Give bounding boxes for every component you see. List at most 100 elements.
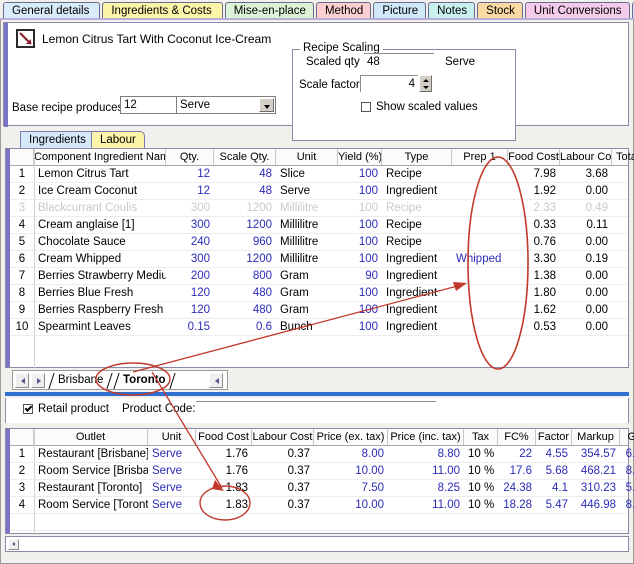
show-scaled-values-checkbox[interactable] bbox=[361, 102, 371, 112]
cell-name[interactable]: Blackcurrant Coulis bbox=[34, 200, 166, 216]
cell-food[interactable]: 2.33 bbox=[508, 200, 560, 216]
scale-factor-stepper[interactable] bbox=[419, 75, 432, 92]
stepper-up-icon[interactable] bbox=[423, 79, 429, 82]
cell-type[interactable]: Recipe bbox=[382, 200, 452, 216]
cell-tax[interactable]: 10 % bbox=[464, 497, 498, 513]
cell-unit[interactable]: Serve bbox=[148, 446, 196, 462]
col-header-unit[interactable]: Unit bbox=[148, 429, 196, 445]
cell-outlet[interactable]: Restaurant [Toronto] bbox=[34, 480, 148, 496]
cell-qty[interactable]: 0.15 bbox=[166, 319, 214, 335]
cell-yield[interactable]: 100 bbox=[338, 217, 382, 233]
cell-prep[interactable] bbox=[452, 319, 508, 335]
cell-yield[interactable]: 100 bbox=[338, 166, 382, 182]
cell-n[interactable]: 9 bbox=[10, 302, 34, 318]
cell-yield[interactable]: 90 bbox=[338, 268, 382, 284]
outlet-grid[interactable]: Outlet Unit Food Cost Labour Cost Price (ex.… bbox=[5, 428, 634, 535]
cell-n[interactable]: 3 bbox=[10, 480, 34, 496]
tab-labour[interactable]: Labour bbox=[91, 131, 145, 148]
cell-labour[interactable]: 0.00 bbox=[560, 268, 612, 284]
table-row[interactable]: 4 Room Service [Toronto] Serve 1.83 0.37 10.0… bbox=[10, 497, 634, 514]
col-header-rownum[interactable] bbox=[10, 429, 34, 445]
table-row[interactable]: 3 Blackcurrant Coulis 300 1200 Millilitre 100… bbox=[10, 200, 628, 217]
col-header-price-ex-tax[interactable]: Price (ex. tax) bbox=[314, 429, 388, 445]
cell-food[interactable]: 0.76 bbox=[508, 234, 560, 250]
cell-unit[interactable]: Serve bbox=[276, 183, 338, 199]
col-header-prep-1[interactable]: Prep 1 bbox=[452, 149, 508, 165]
cell-labour[interactable]: 0.37 bbox=[252, 463, 314, 479]
cell-pinc[interactable]: 11.00 bbox=[388, 497, 464, 513]
scale-factor-input[interactable]: 4 bbox=[360, 75, 418, 92]
top-tab-general-details[interactable]: General details bbox=[3, 2, 101, 19]
cell-n[interactable]: 8 bbox=[10, 285, 34, 301]
col-header-labour-cost[interactable]: Labour Cost bbox=[252, 429, 314, 445]
col-header-qty[interactable]: Qty. bbox=[166, 149, 214, 165]
top-tab-unit-conversions[interactable]: Unit Conversions bbox=[524, 2, 630, 19]
cell-markup[interactable]: 310.23 bbox=[572, 480, 620, 496]
cell-unit[interactable]: Millilitre bbox=[276, 217, 338, 233]
cell-qty[interactable]: 12 bbox=[166, 183, 214, 199]
cell-name[interactable]: Lemon Citrus Tart bbox=[34, 166, 166, 182]
cell-labour[interactable]: 0.00 bbox=[560, 302, 612, 318]
cell-type[interactable]: Ingredient bbox=[382, 319, 452, 335]
cell-unit[interactable]: Slice bbox=[276, 166, 338, 182]
cell-qty[interactable]: 240 bbox=[166, 234, 214, 250]
table-row[interactable]: 2Room Service [Brisbane]Serve1.760.3710.… bbox=[10, 463, 634, 480]
col-header-scale-qty[interactable]: Scale Qty. bbox=[214, 149, 276, 165]
col-header-unit[interactable]: Unit bbox=[276, 149, 338, 165]
cell-type[interactable]: Recipe bbox=[382, 234, 452, 250]
cell-n[interactable]: 2 bbox=[10, 183, 34, 199]
col-header-total-cost[interactable]: Total Cost bbox=[612, 149, 634, 165]
base-recipe-unit-select[interactable]: Serve bbox=[176, 96, 276, 114]
cell-labour[interactable]: 0.00 bbox=[560, 183, 612, 199]
chevron-left-icon[interactable] bbox=[15, 373, 29, 388]
cell-n[interactable]: 6 bbox=[10, 251, 34, 267]
cell-labour[interactable]: 0.00 bbox=[560, 319, 612, 335]
cell-unit[interactable]: Millilitre bbox=[276, 234, 338, 250]
cell-food[interactable]: 1.80 bbox=[508, 285, 560, 301]
cell-labour[interactable]: 0.37 bbox=[252, 480, 314, 496]
cell-yield[interactable]: 100 bbox=[338, 302, 382, 318]
cell-n[interactable]: 2 bbox=[10, 463, 34, 479]
cell-qty[interactable]: 12 bbox=[166, 166, 214, 182]
cell-prep[interactable] bbox=[452, 268, 508, 284]
outlet-tab-toronto[interactable]: Toronto bbox=[113, 373, 176, 389]
cell-qty[interactable]: 300 bbox=[166, 200, 214, 216]
col-header-price-inc-tax[interactable]: Price (inc. tax) bbox=[388, 429, 464, 445]
cell-factor[interactable]: 4.1 bbox=[536, 480, 572, 496]
cell-food[interactable]: 7.98 bbox=[508, 166, 560, 182]
cell-unit[interactable]: Serve bbox=[148, 480, 196, 496]
cell-type[interactable]: Ingredient bbox=[382, 268, 452, 284]
top-tab-method[interactable]: Method bbox=[315, 2, 372, 19]
product-code-input[interactable] bbox=[196, 401, 436, 417]
cell-unit[interactable]: Gram bbox=[276, 285, 338, 301]
cell-labour[interactable]: 0.37 bbox=[252, 446, 314, 462]
table-row[interactable]: 6 Cream Whipped 300 1200 Millilitre 100 Ingred… bbox=[10, 251, 628, 268]
horizontal-scrollbar[interactable] bbox=[5, 536, 629, 552]
cell-tax[interactable]: 10 % bbox=[464, 480, 498, 496]
cell-markup[interactable]: 446.98 bbox=[572, 497, 620, 513]
cell-scaleqty[interactable]: 1200 bbox=[214, 251, 276, 267]
cell-n[interactable]: 3 bbox=[10, 200, 34, 216]
cell-total[interactable]: 2.81 bbox=[612, 200, 634, 216]
cell-name[interactable]: Cream anglaise [1] bbox=[34, 217, 166, 233]
cell-unit[interactable]: Gram bbox=[276, 302, 338, 318]
cell-pex[interactable]: 10.00 bbox=[314, 463, 388, 479]
cell-n[interactable]: 1 bbox=[10, 446, 34, 462]
cell-unit[interactable]: Serve bbox=[148, 463, 196, 479]
cell-qty[interactable]: 120 bbox=[166, 302, 214, 318]
cell-name[interactable]: Ice Cream Coconut bbox=[34, 183, 166, 199]
chevron-right-icon[interactable] bbox=[31, 373, 45, 388]
cell-name[interactable]: Cream Whipped bbox=[34, 251, 166, 267]
cell-outlet[interactable]: Restaurant [Brisbane] bbox=[34, 446, 148, 462]
col-header-markup[interactable]: Markup bbox=[572, 429, 620, 445]
cell-unit[interactable]: Millilitre bbox=[276, 200, 338, 216]
cell-n[interactable]: 5 bbox=[10, 234, 34, 250]
cell-factor[interactable]: 5.68 bbox=[536, 463, 572, 479]
col-header-type[interactable]: Type bbox=[382, 149, 452, 165]
cell-scaleqty[interactable]: 480 bbox=[214, 285, 276, 301]
cell-unit[interactable]: Millilitre bbox=[276, 251, 338, 267]
cell-type[interactable]: Ingredient bbox=[382, 285, 452, 301]
cell-type[interactable]: Recipe bbox=[382, 166, 452, 182]
cell-food[interactable]: 1.76 bbox=[196, 446, 252, 462]
cell-labour[interactable]: 0.00 bbox=[560, 234, 612, 250]
